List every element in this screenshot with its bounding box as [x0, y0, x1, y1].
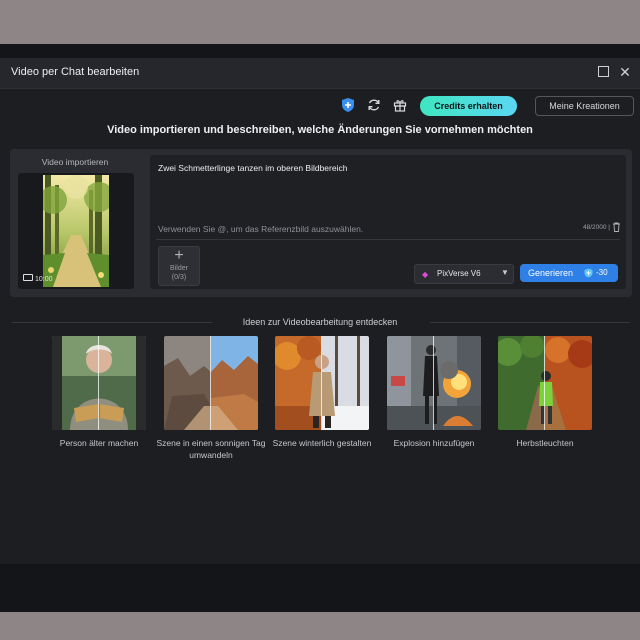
- video-duration: 10:00: [23, 274, 53, 283]
- images-label: Bilder: [170, 265, 188, 272]
- import-video-label: Video importieren: [41, 157, 109, 167]
- prompt-divider: [156, 239, 620, 240]
- generate-cost: -30: [596, 268, 608, 277]
- before-after-divider: [321, 336, 322, 430]
- maximize-button[interactable]: [597, 65, 611, 79]
- idea-label: Szene in einen sonnigen Tag umwandeln: [156, 438, 266, 460]
- idea-card-explosion[interactable]: Explosion hinzufügen: [387, 336, 481, 449]
- chevron-down-icon: ▼: [501, 268, 509, 277]
- credit-shield-icon: [584, 268, 593, 278]
- refresh-icon[interactable]: [366, 97, 382, 113]
- before-after-divider: [433, 336, 434, 430]
- video-thumbnail-box[interactable]: 10:00: [18, 173, 134, 289]
- idea-card-age[interactable]: Person älter machen: [52, 336, 146, 449]
- generate-label: Generieren: [528, 268, 574, 278]
- editor-panel: Video importieren 10:00 Zwei Schmetterli…: [10, 149, 632, 297]
- divider-right: [430, 322, 630, 323]
- close-icon: ✕: [619, 64, 631, 80]
- trash-icon[interactable]: [612, 222, 621, 232]
- my-creations-button[interactable]: Meine Kreationen: [535, 96, 634, 116]
- idea-label: Person älter machen: [59, 438, 139, 448]
- pixverse-logo-icon: ◆: [422, 270, 429, 279]
- images-count: (0/3): [171, 274, 187, 281]
- idea-label: Szene winterlich gestalten: [272, 438, 372, 448]
- video-thumbnail: [43, 175, 109, 287]
- idea-image-autumn: [498, 336, 592, 430]
- maximize-icon: [598, 66, 609, 77]
- prompt-text[interactable]: Zwei Schmetterlinge tanzen im oberen Bil…: [158, 163, 347, 173]
- before-after-divider: [210, 336, 211, 430]
- shield-plus-icon[interactable]: [340, 97, 356, 113]
- generate-button[interactable]: Generieren -30: [520, 264, 618, 282]
- idea-image-winter: [275, 336, 369, 430]
- idea-image-age: [52, 336, 146, 430]
- before-after-divider: [98, 336, 99, 430]
- idea-image-sunny: [164, 336, 258, 430]
- before-after-divider: [544, 336, 545, 430]
- character-counter: 48/2000 |: [583, 224, 610, 231]
- plus-icon: +: [174, 247, 184, 264]
- model-name: PixVerse V6: [437, 269, 481, 278]
- model-select[interactable]: ◆ PixVerse V6 ▼: [414, 264, 514, 284]
- idea-card-autumn[interactable]: Herbstleuchten: [498, 336, 592, 449]
- dialog-window: Video per Chat bearbeiten ✕ Credits erha…: [0, 58, 640, 564]
- camera-icon: [23, 274, 33, 281]
- prompt-textarea[interactable]: Zwei Schmetterlinge tanzen im oberen Bil…: [150, 155, 626, 289]
- gift-icon[interactable]: [392, 97, 408, 113]
- page-heading: Video importieren und beschreiben, welch…: [107, 124, 533, 136]
- credits-button[interactable]: Credits erhalten: [420, 96, 517, 116]
- window-title: Video per Chat bearbeiten: [11, 66, 140, 78]
- idea-label: Explosion hinzufügen: [393, 438, 475, 448]
- close-button[interactable]: ✕: [618, 65, 632, 79]
- idea-image-explosion: [387, 336, 481, 430]
- top-bar-strip: [0, 44, 640, 58]
- idea-label: Herbstleuchten: [516, 438, 574, 448]
- prompt-hint: Verwenden Sie @, um das Referenzbild aus…: [158, 224, 364, 234]
- bottom-bar-strip: [0, 564, 640, 612]
- title-bar: Video per Chat bearbeiten ✕: [0, 58, 640, 89]
- idea-card-winter[interactable]: Szene winterlich gestalten: [273, 336, 371, 449]
- add-images-button[interactable]: + Bilder (0/3): [158, 246, 200, 286]
- idea-card-sunny[interactable]: Szene in einen sonnigen Tag umwandeln: [156, 336, 266, 461]
